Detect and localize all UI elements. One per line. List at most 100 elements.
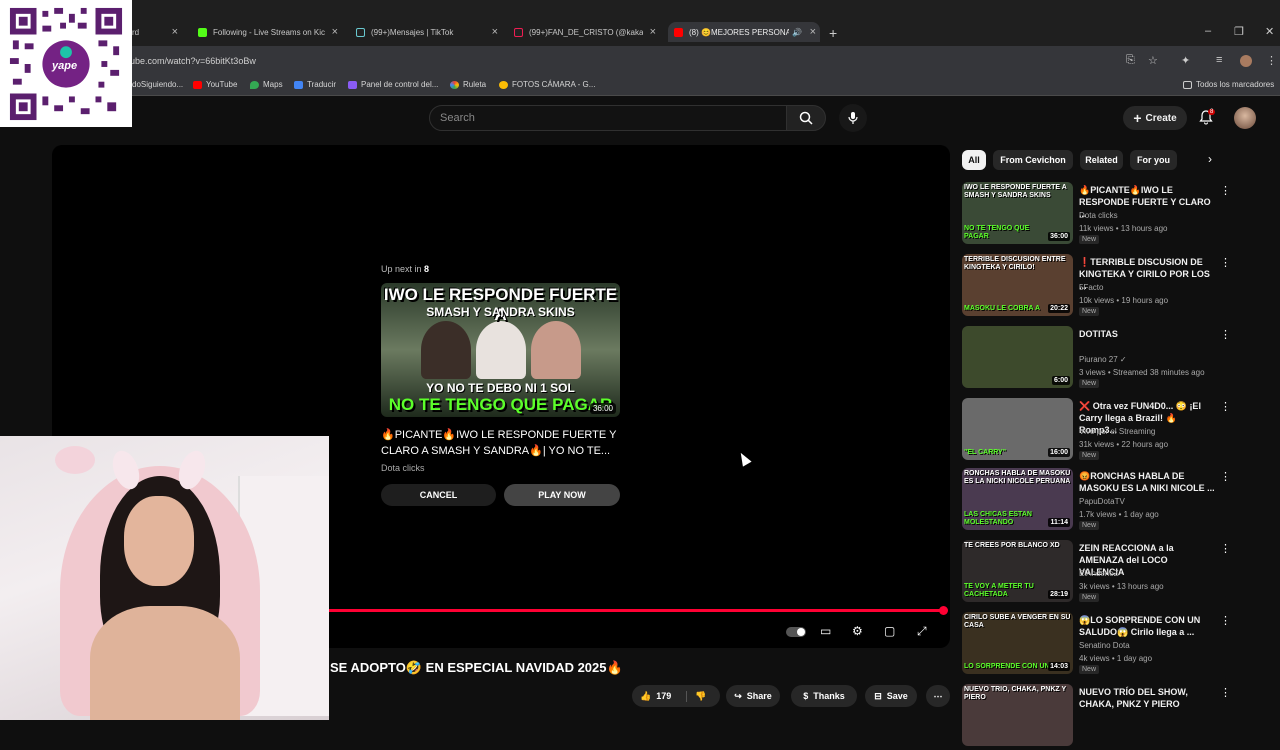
rec-thumbnail[interactable]: TERRIBLE DISCUSION ENTRE KINGTEKA Y CIRI… [962, 254, 1073, 316]
search-input[interactable]: Search [429, 105, 787, 131]
kebab-menu-icon[interactable]: ⋮ [1220, 686, 1231, 699]
close-tab-icon[interactable]: × [172, 26, 178, 38]
bookmark-panel[interactable]: Panel de control del... [348, 80, 438, 89]
restore-icon[interactable]: ❐ [1234, 25, 1244, 38]
rec-channel[interactable]: Vivo por el Streaming [1079, 427, 1155, 436]
rec-meta: 11k views • 13 hours ago [1079, 224, 1168, 233]
close-tab-icon[interactable]: × [492, 26, 498, 38]
rec-meta: 3k views • 13 hours ago [1079, 582, 1164, 591]
rec-thumbnail[interactable]: RONCHAS HABLA DE MASOKU ES LA NICKI NICO… [962, 468, 1073, 530]
rec-thumbnail-text: NO TE TENGO QUE PAGAR [964, 225, 1030, 240]
voice-search-button[interactable] [839, 104, 867, 132]
kebab-menu-icon[interactable]: ⋮ [1220, 184, 1231, 197]
rec-channel[interactable]: ElAndenoZ [1079, 569, 1119, 578]
rec-thumbnail[interactable]: CIRILO SUBE A VENGER EN SU CASA LO SORPRE… [962, 612, 1073, 674]
theater-mode-icon[interactable]: ▢ [884, 624, 895, 638]
rec-channel[interactable]: Dota clicks [1079, 211, 1118, 220]
recommendation-item[interactable]: RONCHAS HABLA DE MASOKU ES LA NICKI NICO… [962, 468, 1262, 534]
kebab-menu-icon[interactable]: ⋮ [1220, 328, 1231, 341]
close-tab-icon[interactable]: × [332, 26, 338, 38]
kebab-menu-icon[interactable]: ⋮ [1220, 614, 1231, 627]
chip-for-you[interactable]: For you [1130, 150, 1177, 170]
kebab-menu-icon[interactable]: ⋮ [1220, 470, 1231, 483]
subtitles-icon[interactable]: ▭ [820, 624, 831, 638]
bookmark-translate[interactable]: Traducir [294, 80, 336, 89]
install-icon[interactable]: ⎘ [1126, 54, 1135, 67]
rec-thumbnail[interactable]: NUEVO TRIO, CHAKA, PNKZ Y PIERO [962, 684, 1073, 746]
rec-thumbnail[interactable]: TE CREES POR BLANCO XD TE VOY A METER TU … [962, 540, 1073, 602]
upnext-title[interactable]: 🔥PICANTE🔥IWO LE RESPONDE FUERTE Y CLARO … [381, 427, 621, 459]
recommendation-item[interactable]: TE CREES POR BLANCO XD TE VOY A METER TU … [962, 540, 1262, 606]
url-field[interactable]: ube.com/watch?v=66bitKt3oBw [130, 56, 256, 66]
browser-tab-tiktok-profile[interactable]: (99+)FAN_DE_CRISTO (@kakaro × [510, 22, 660, 42]
speaker-icon[interactable]: 🔊 [792, 28, 802, 37]
rec-channel[interactable]: 5Facto [1079, 283, 1103, 292]
rec-thumbnail[interactable]: IWO LE RESPONDE FUERTE A SMASH Y SANDRA … [962, 182, 1073, 244]
cancel-button[interactable]: CANCEL [381, 484, 496, 506]
bookmark-ruleta[interactable]: Ruleta [450, 80, 486, 89]
browser-tab-tiktok-messages[interactable]: (99+)Mensajes | TikTok × [352, 22, 502, 42]
bookmark-star-icon[interactable]: ☆ [1148, 54, 1158, 67]
recommendation-item[interactable]: NUEVO TRIO, CHAKA, PNKZ Y PIERO NUEVO TRÍ… [962, 684, 1262, 750]
rec-title[interactable]: DOTITAS [1079, 328, 1215, 340]
duration-badge: 36:00 [589, 403, 616, 414]
rec-thumbnail-text: CIRILO SUBE A VENGER EN SU CASA [964, 614, 1071, 629]
rec-thumbnail[interactable]: "EL CARRY" 16:00 [962, 398, 1073, 460]
new-tab-icon[interactable]: + [829, 25, 837, 41]
browser-tab-kick[interactable]: Following - Live Streams on Kick × [192, 22, 342, 42]
rec-title[interactable]: NUEVO TRÍO DEL SHOW, CHAKA, PNKZ Y PIERO [1079, 686, 1215, 710]
close-tab-icon[interactable]: × [650, 26, 656, 38]
recommendation-item[interactable]: TERRIBLE DISCUSION ENTRE KINGTEKA Y CIRI… [962, 254, 1262, 320]
scrubber-handle[interactable] [939, 606, 948, 615]
autoplay-toggle[interactable] [786, 627, 806, 637]
extensions-icon[interactable]: ✦ [1181, 54, 1190, 67]
recommendation-item[interactable]: "EL CARRY" 16:00 ❌ Otra vez FUN4D0... 😳 ¡E… [962, 398, 1262, 464]
close-tab-icon[interactable]: × [810, 26, 816, 38]
rec-thumbnail-text: MASOKU LE COBRA A [964, 305, 1041, 312]
bookmark-photos[interactable]: FOTOS CÁMARA - G... [499, 80, 595, 89]
share-button[interactable]: ↪ Share [726, 685, 780, 707]
upnext-thumbnail[interactable]: IWO LE RESPONDE FUERTE A SMASH Y SANDRA … [381, 283, 620, 417]
bookmark-youtube[interactable]: YouTube [193, 80, 237, 89]
bookmark-maps[interactable]: Maps [250, 80, 283, 89]
recommendation-item[interactable]: IWO LE RESPONDE FUERTE A SMASH Y SANDRA … [962, 182, 1262, 248]
kebab-menu-icon[interactable]: ⋮ [1220, 400, 1231, 413]
more-actions-button[interactable]: ⋯ [926, 685, 950, 707]
minimize-icon[interactable]: – [1205, 25, 1211, 37]
all-bookmarks[interactable]: Todos los marcadores [1183, 80, 1274, 89]
thanks-button[interactable]: $ Thanks [791, 685, 857, 707]
media-icon[interactable]: ≡ [1216, 54, 1222, 66]
rec-meta: 1.7k views • 1 day ago [1079, 510, 1159, 519]
kebab-menu-icon[interactable]: ⋮ [1220, 256, 1231, 269]
rec-channel[interactable]: Senatino Dota [1079, 641, 1130, 650]
chip-all[interactable]: All [962, 150, 986, 170]
save-button[interactable]: ⊟ Save [865, 685, 917, 707]
rec-thumbnail[interactable]: 6:00 [962, 326, 1073, 388]
play-now-button[interactable]: PLAY NOW [504, 484, 620, 506]
recommendation-item[interactable]: 6:00 DOTITAS Piurano 27 ✓ 3 views • Streame… [962, 326, 1262, 392]
browser-tab-youtube[interactable]: (8) 😊MEJORES PERSONAJE 🔊 × [668, 22, 820, 42]
browser-tab-1[interactable]: rd × [132, 22, 182, 42]
fullscreen-icon[interactable]: ⤢ [917, 624, 927, 639]
create-button[interactable]: + Create [1123, 106, 1187, 130]
dislike-icon[interactable]: 👎 [686, 690, 706, 702]
search-button[interactable] [786, 105, 826, 131]
progress-bar[interactable] [329, 609, 944, 612]
account-avatar[interactable] [1234, 107, 1256, 129]
close-window-icon[interactable]: ✕ [1265, 25, 1274, 38]
rec-title[interactable]: 😡RONCHAS HABLA DE MASOKU ES LA NIKI NICO… [1079, 470, 1215, 494]
rec-title[interactable]: 😱LO SORPRENDE CON UN SALUDO😱 Cirilo lleg… [1079, 614, 1215, 638]
chip-related[interactable]: Related [1080, 150, 1123, 170]
chip-from-channel[interactable]: From Cevichon [993, 150, 1073, 170]
kebab-menu-icon[interactable]: ⋮ [1220, 542, 1231, 555]
bookmark-item[interactable]: doSiguiendo... [132, 80, 183, 89]
recommendation-item[interactable]: CIRILO SUBE A VENGER EN SU CASA LO SORPRE… [962, 612, 1262, 678]
rec-channel[interactable]: PapuDotaTV [1079, 497, 1125, 506]
settings-gear-icon[interactable]: ⚙ [852, 624, 863, 638]
rec-channel[interactable]: Piurano 27 ✓ [1079, 355, 1127, 364]
menu-icon[interactable]: ⋮ [1266, 54, 1277, 67]
like-button[interactable]: 👍 179 [640, 691, 671, 702]
profile-icon[interactable] [1240, 55, 1252, 67]
chevron-right-icon[interactable]: › [1208, 152, 1212, 166]
upnext-channel[interactable]: Dota clicks [381, 463, 425, 473]
